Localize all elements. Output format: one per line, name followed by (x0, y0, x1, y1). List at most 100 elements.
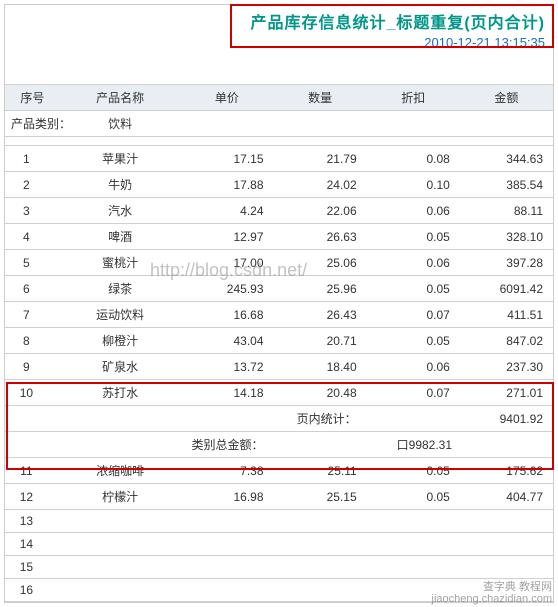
cell-qty: 25.11 (274, 458, 367, 484)
col-price: 单价 (180, 85, 273, 111)
cell-discount: 0.06 (367, 250, 460, 276)
cell-qty: 26.63 (274, 224, 367, 250)
cell-name: 啤酒 (60, 224, 181, 250)
cell-amount: 88.11 (460, 198, 553, 224)
cell-discount: 0.06 (367, 198, 460, 224)
cell-amount: 385.54 (460, 172, 553, 198)
cell-idx: 2 (5, 172, 60, 198)
table-row: 6绿茶245.9325.960.056091.42 (5, 276, 553, 302)
cell-idx: 7 (5, 302, 60, 328)
inventory-table: 序号 产品名称 单价 数量 折扣 金额 产品类别： 饮料 1苹果汁17.1521… (5, 84, 553, 602)
page-summary-row: 页内统计： 9401.92 (5, 406, 553, 432)
cell-amount: 6091.42 (460, 276, 553, 302)
cell-discount: 0.05 (367, 458, 460, 484)
cell-name: 苏打水 (60, 380, 181, 406)
cell-name: 浓缩咖啡 (60, 458, 181, 484)
cell-amount: 411.51 (460, 302, 553, 328)
cell-price: 12.97 (180, 224, 273, 250)
cell-name: 柳橙汁 (60, 328, 181, 354)
category-total-amount: 口9982.31 (367, 432, 553, 458)
cell-name: 汽水 (60, 198, 181, 224)
cell-amount: 328.10 (460, 224, 553, 250)
report-timestamp: 2010-12-21 13:15:35 (5, 35, 553, 56)
cell-price: 17.00 (180, 250, 273, 276)
cell-name: 柠檬汁 (60, 484, 181, 510)
cell-discount: 0.07 (367, 302, 460, 328)
cell-price: 14.18 (180, 380, 273, 406)
cell-idx: 8 (5, 328, 60, 354)
cell-qty: 22.06 (274, 198, 367, 224)
table-header-row: 序号 产品名称 单价 数量 折扣 金额 (5, 85, 553, 111)
cell-name: 绿茶 (60, 276, 181, 302)
cell-idx: 6 (5, 276, 60, 302)
table-row: 8柳橙汁43.0420.710.05847.02 (5, 328, 553, 354)
cell-discount: 0.06 (367, 354, 460, 380)
table-row-empty: 13 (5, 510, 553, 533)
col-qty: 数量 (274, 85, 367, 111)
cell-qty: 25.96 (274, 276, 367, 302)
blank-row (5, 137, 553, 146)
category-value: 饮料 (60, 111, 181, 137)
cell-discount: 0.10 (367, 172, 460, 198)
table-row-empty: 14 (5, 533, 553, 556)
cell-idx: 12 (5, 484, 60, 510)
cell-idx: 9 (5, 354, 60, 380)
page-summary-amount: 9401.92 (460, 406, 553, 432)
cell-idx: 10 (5, 380, 60, 406)
cell-idx: 4 (5, 224, 60, 250)
col-name: 产品名称 (60, 85, 181, 111)
category-total-label: 类别总金额： (60, 432, 274, 458)
header-spacer (5, 56, 553, 84)
cell-price: 13.72 (180, 354, 273, 380)
cell-amount: 404.77 (460, 484, 553, 510)
cell-discount: 0.05 (367, 484, 460, 510)
table-row: 4啤酒12.9726.630.05328.10 (5, 224, 553, 250)
cell-qty: 21.79 (274, 146, 367, 172)
cell-price: 16.68 (180, 302, 273, 328)
category-total-row: 类别总金额： 口9982.31 (5, 432, 553, 458)
table-row: 1苹果汁17.1521.790.08344.63 (5, 146, 553, 172)
cell-price: 17.15 (180, 146, 273, 172)
cell-amount: 271.01 (460, 380, 553, 406)
cell-idx: 13 (5, 510, 60, 533)
table-row: 7运动饮料16.6826.430.07411.51 (5, 302, 553, 328)
table-row-empty: 16 (5, 579, 553, 602)
cell-name: 牛奶 (60, 172, 181, 198)
table-row: 12柠檬汁16.9825.150.05404.77 (5, 484, 553, 510)
cell-idx: 11 (5, 458, 60, 484)
cell-price: 4.24 (180, 198, 273, 224)
report-container: 产品库存信息统计_标题重复(页内合计) 2010-12-21 13:15:35 … (4, 4, 554, 603)
page-summary-label: 页内统计： (274, 406, 367, 432)
cell-discount: 0.07 (367, 380, 460, 406)
cell-amount: 344.63 (460, 146, 553, 172)
cell-qty: 25.06 (274, 250, 367, 276)
cell-qty: 20.71 (274, 328, 367, 354)
col-amount: 金额 (460, 85, 553, 111)
cell-idx: 5 (5, 250, 60, 276)
cell-qty: 26.43 (274, 302, 367, 328)
cell-idx: 3 (5, 198, 60, 224)
cell-amount: 237.30 (460, 354, 553, 380)
cell-price: 245.93 (180, 276, 273, 302)
cell-qty: 24.02 (274, 172, 367, 198)
cell-idx: 15 (5, 556, 60, 579)
table-row: 2牛奶17.8824.020.10385.54 (5, 172, 553, 198)
table-row: 10苏打水14.1820.480.07271.01 (5, 380, 553, 406)
category-row: 产品类别： 饮料 (5, 111, 553, 137)
cell-amount: 175.62 (460, 458, 553, 484)
cell-qty: 20.48 (274, 380, 367, 406)
col-idx: 序号 (5, 85, 60, 111)
table-row-empty: 15 (5, 556, 553, 579)
cell-discount: 0.08 (367, 146, 460, 172)
cell-qty: 25.15 (274, 484, 367, 510)
table-row: 5蜜桃汁17.0025.060.06397.28 (5, 250, 553, 276)
table-row: 3汽水4.2422.060.0688.11 (5, 198, 553, 224)
col-discount: 折扣 (367, 85, 460, 111)
cell-price: 17.88 (180, 172, 273, 198)
cell-name: 矿泉水 (60, 354, 181, 380)
table-body: 产品类别： 饮料 1苹果汁17.1521.790.08344.632牛奶17.8… (5, 111, 553, 602)
cell-amount: 847.02 (460, 328, 553, 354)
cell-discount: 0.05 (367, 328, 460, 354)
cell-idx: 14 (5, 533, 60, 556)
cell-idx: 16 (5, 579, 60, 602)
